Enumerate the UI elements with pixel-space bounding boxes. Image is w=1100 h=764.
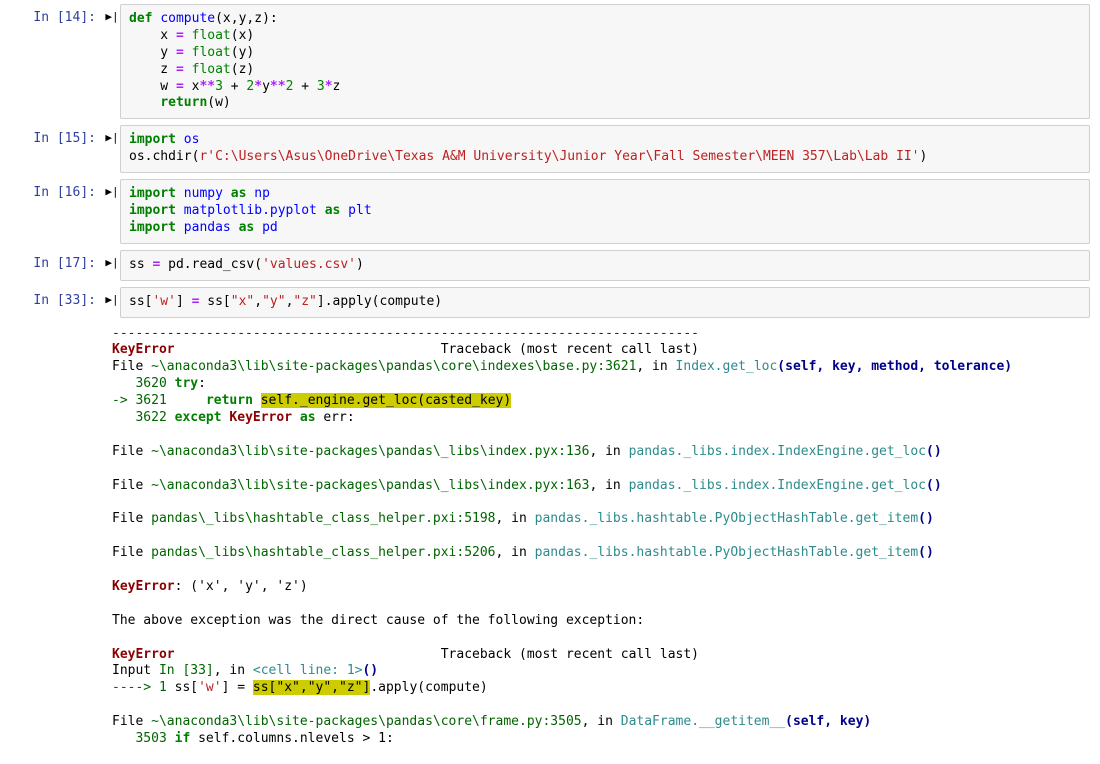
run-icon[interactable]: ▶| [104,125,120,173]
code-cell-16: In [16]: ▶| import numpy as np import ma… [0,179,1100,244]
prompt: In [33]: [0,287,104,318]
code-cell-14: In [14]: ▶| def compute(x,y,z): x = floa… [0,4,1100,119]
run-icon[interactable]: ▶| [104,287,120,318]
code-input[interactable]: ss = pd.read_csv('values.csv') [120,250,1090,281]
code-cell-17: In [17]: ▶| ss = pd.read_csv('values.csv… [0,250,1100,281]
code-input[interactable]: import os os.chdir(r'C:\Users\Asus\OneDr… [120,125,1090,173]
prompt: In [14]: [0,4,104,119]
run-icon[interactable]: ▶| [104,4,120,119]
run-icon[interactable]: ▶| [104,250,120,281]
code-input[interactable]: ss['w'] = ss["x","y","z"].apply(compute) [120,287,1090,318]
code-cell-15: In [15]: ▶| import os os.chdir(r'C:\User… [0,125,1100,173]
code-input[interactable]: import numpy as np import matplotlib.pyp… [120,179,1090,244]
code-input[interactable]: def compute(x,y,z): x = float(x) y = flo… [120,4,1090,119]
code-cell-33: In [33]: ▶| ss['w'] = ss["x","y","z"].ap… [0,287,1100,318]
prompt: In [16]: [0,179,104,244]
prompt: In [15]: [0,125,104,173]
traceback-output: ----------------------------------------… [112,324,1090,750]
prompt: In [17]: [0,250,104,281]
run-icon[interactable]: ▶| [104,179,120,244]
